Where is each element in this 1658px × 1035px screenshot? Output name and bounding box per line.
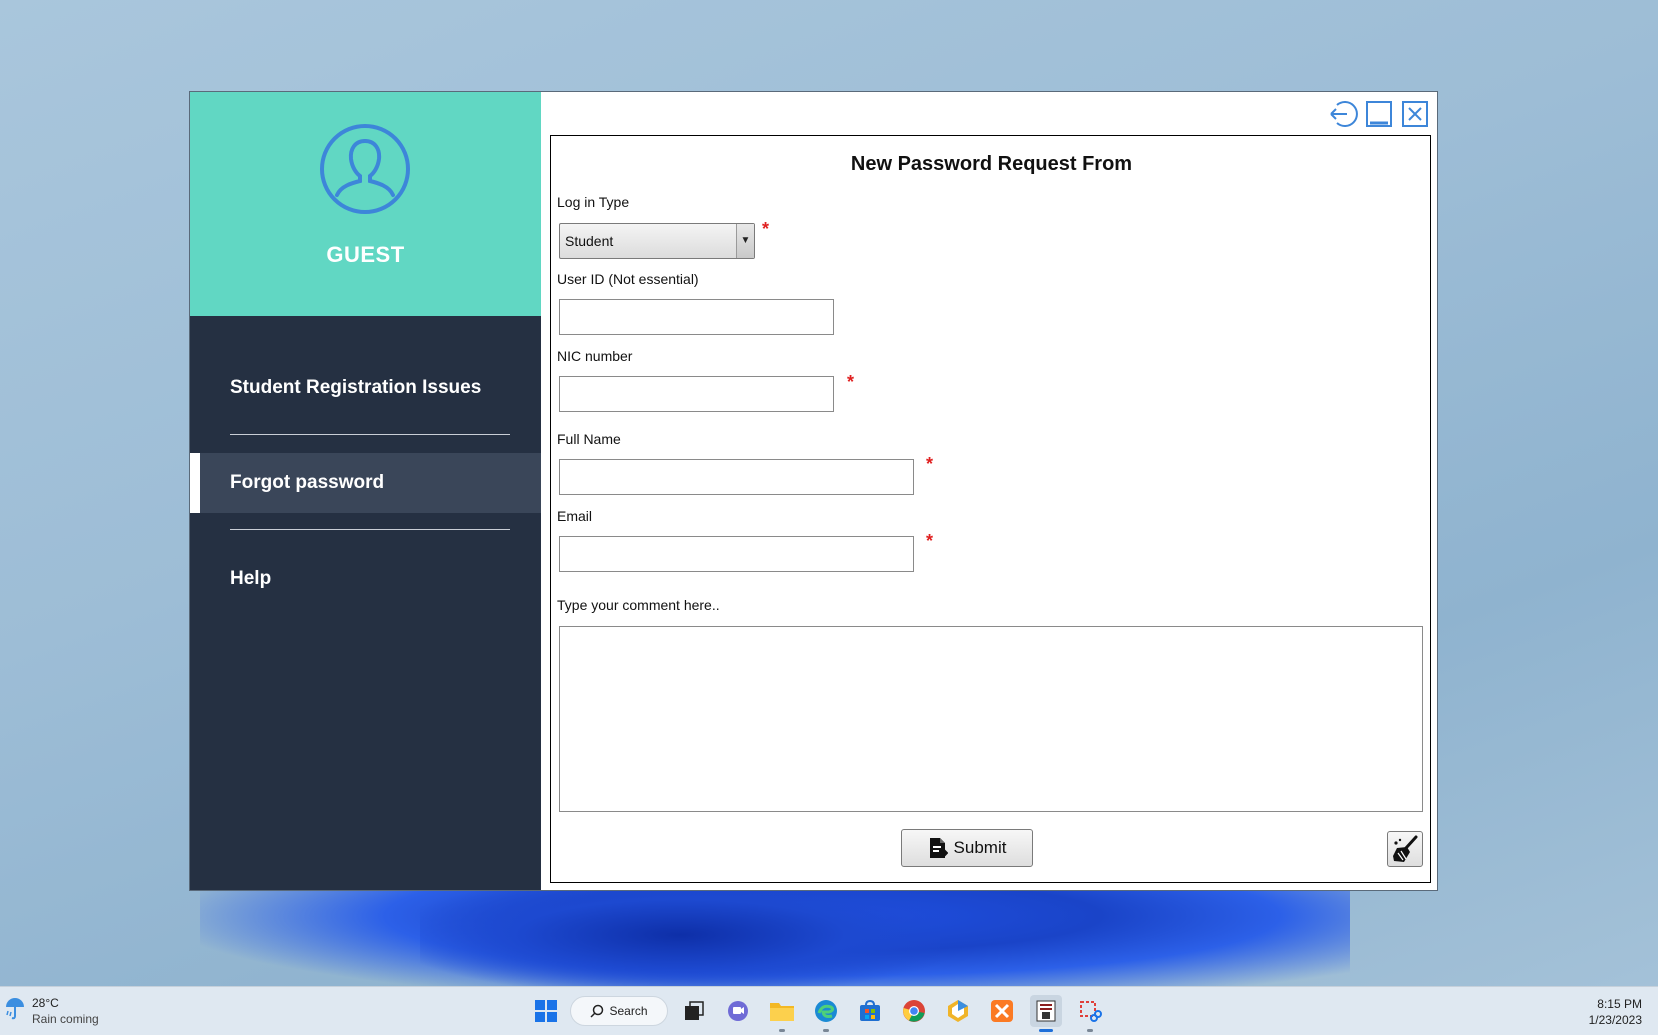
sidebar: GUEST Student Registration Issues Forgot… — [190, 92, 541, 890]
edge-browser-icon[interactable] — [810, 995, 842, 1032]
document-icon — [929, 838, 948, 858]
nav-divider — [230, 434, 510, 435]
user-avatar-icon — [320, 124, 410, 214]
submit-button[interactable]: Submit — [901, 829, 1033, 867]
app-hexagon-icon[interactable] — [942, 995, 974, 1027]
wallpaper-accent — [420, 880, 940, 990]
login-type-value: Student — [565, 233, 614, 249]
login-type-select[interactable]: Student ▼ — [559, 223, 755, 259]
close-icon[interactable] — [1400, 99, 1430, 129]
submit-label: Submit — [953, 838, 1007, 857]
store-icon[interactable] — [854, 995, 886, 1027]
weather-temp: 28°C — [32, 996, 59, 1010]
umbrella-icon — [6, 998, 24, 1020]
clock-time: 8:15 PM — [1597, 997, 1642, 1011]
full-name-field[interactable] — [559, 459, 914, 495]
sidebar-item-forgot-password[interactable]: Forgot password — [190, 453, 541, 513]
weather-desc: Rain coming — [32, 1012, 99, 1026]
full-name-label: Full Name — [557, 431, 621, 447]
weather-widget[interactable]: 28°C Rain coming — [4, 995, 99, 1027]
clock-date: 1/23/2023 — [1588, 1013, 1642, 1027]
search-label: Search — [609, 1004, 648, 1018]
comment-textarea[interactable] — [559, 626, 1423, 812]
sidebar-header: GUEST — [190, 92, 541, 316]
search-icon — [590, 1004, 604, 1018]
chevron-down-icon: ▼ — [736, 224, 754, 258]
sidebar-item-help[interactable]: Help — [190, 549, 541, 609]
system-clock[interactable]: 8:15 PM 1/23/2023 — [1589, 996, 1642, 1028]
taskbar-search-button[interactable]: Search — [570, 996, 668, 1026]
task-view-icon[interactable] — [678, 995, 710, 1027]
user-id-field[interactable] — [559, 299, 834, 335]
sidebar-item-student-registration-issues[interactable]: Student Registration Issues — [190, 358, 541, 418]
file-explorer-icon[interactable] — [766, 995, 798, 1032]
required-mark: * — [926, 531, 934, 551]
form-title: New Password Request From — [850, 153, 1133, 175]
active-app-icon[interactable] — [1030, 995, 1062, 1032]
user-role-label: GUEST — [326, 242, 405, 267]
email-label: Email — [557, 508, 593, 524]
required-mark: * — [847, 372, 855, 392]
taskbar: 28°C Rain coming Search 8:15 PM 1/23/202… — [0, 986, 1658, 1035]
nav-divider — [230, 529, 510, 530]
required-mark: * — [926, 454, 934, 474]
broom-icon — [1393, 835, 1418, 862]
nic-number-field[interactable] — [559, 376, 834, 412]
email-field[interactable] — [559, 536, 914, 572]
back-icon[interactable] — [1328, 99, 1358, 129]
required-mark: * — [762, 219, 770, 239]
comment-label: Type your comment here.. — [557, 597, 720, 613]
snipping-tool-icon[interactable] — [1074, 995, 1106, 1032]
chrome-icon[interactable] — [898, 995, 930, 1027]
user-id-label: User ID (Not essential) — [557, 271, 699, 287]
password-request-form: New Password Request From Log in Type St… — [550, 135, 1431, 883]
minimize-icon[interactable] — [1364, 99, 1394, 129]
nic-number-label: NIC number — [557, 348, 633, 364]
start-icon[interactable] — [530, 995, 562, 1027]
xampp-icon[interactable] — [986, 995, 1018, 1027]
clear-form-button[interactable] — [1387, 831, 1423, 867]
app-window: GUEST Student Registration Issues Forgot… — [189, 91, 1438, 891]
login-type-label: Log in Type — [557, 194, 630, 210]
chat-icon[interactable] — [722, 995, 754, 1027]
